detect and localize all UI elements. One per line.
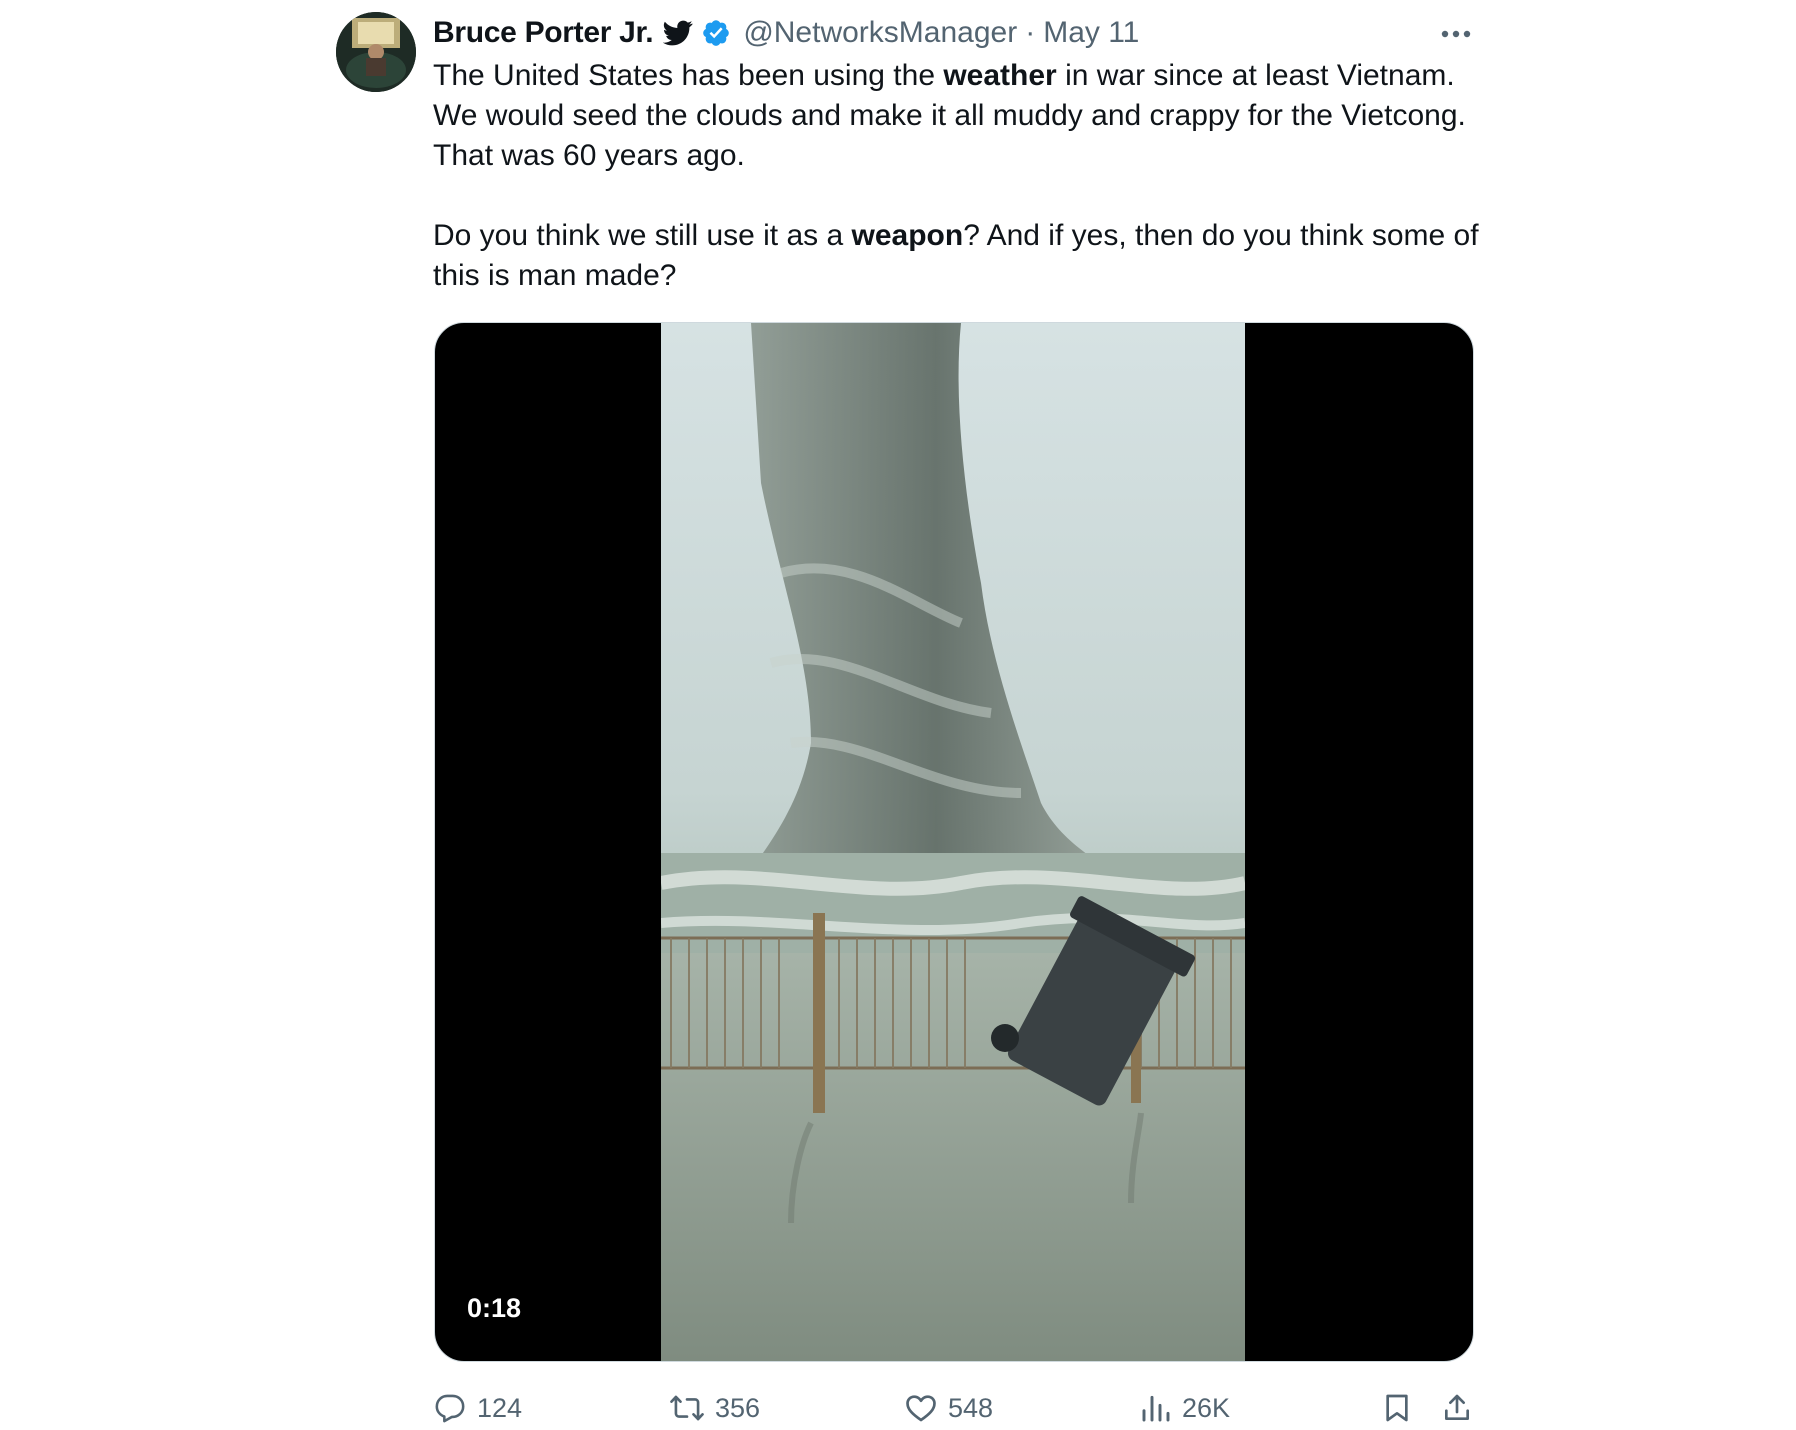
views-icon	[1140, 1391, 1172, 1425]
tweet-text-bold: weapon	[851, 219, 964, 252]
more-icon[interactable]	[1438, 16, 1474, 52]
video-player[interactable]: 0:18	[434, 322, 1474, 1362]
tweet-paragraph: The United States has been using the wea…	[433, 56, 1483, 176]
like-icon	[904, 1391, 938, 1425]
author-display-name[interactable]: Bruce Porter Jr.	[433, 16, 654, 50]
avatar-image	[336, 12, 416, 92]
avatar[interactable]	[336, 12, 416, 92]
tweet-text-bold: weather	[943, 59, 1057, 92]
retweet-button[interactable]: 356	[669, 1386, 760, 1430]
tweet-paragraph: Do you think we still use it as a weapon…	[433, 216, 1483, 296]
bookmark-button[interactable]	[1381, 1386, 1413, 1430]
views-count: 26K	[1182, 1392, 1231, 1423]
reply-button[interactable]: 124	[433, 1386, 522, 1430]
verified-badge-icon[interactable]	[701, 18, 731, 48]
like-count: 548	[948, 1392, 994, 1423]
like-button[interactable]: 548	[904, 1386, 993, 1430]
tweet-text-run: The United States has been using the	[433, 59, 944, 92]
views-button[interactable]: 26K	[1140, 1386, 1230, 1430]
retweet-icon	[669, 1391, 705, 1425]
author-handle[interactable]: @NetworksManager	[743, 16, 1017, 50]
separator-dot: ·	[1025, 16, 1036, 49]
retweet-count: 356	[715, 1392, 761, 1423]
share-icon	[1441, 1391, 1473, 1425]
bookmark-icon	[1381, 1391, 1413, 1425]
video-thumbnail	[661, 323, 1245, 1361]
reply-icon	[433, 1391, 467, 1425]
tweet-date[interactable]: May 11	[1043, 16, 1139, 50]
bird-icon	[663, 20, 693, 46]
video-duration: 0:18	[467, 1293, 522, 1323]
tweet-header: Bruce Porter Jr. @NetworksManager · May …	[433, 12, 1473, 54]
tweet-text-run: Do you think we still use it as a	[433, 219, 852, 252]
tweet-actions: 124 356 548 26K	[433, 1386, 1478, 1430]
reply-count: 124	[477, 1392, 523, 1423]
share-button[interactable]	[1441, 1386, 1473, 1430]
tweet-text: The United States has been using the wea…	[433, 56, 1483, 296]
